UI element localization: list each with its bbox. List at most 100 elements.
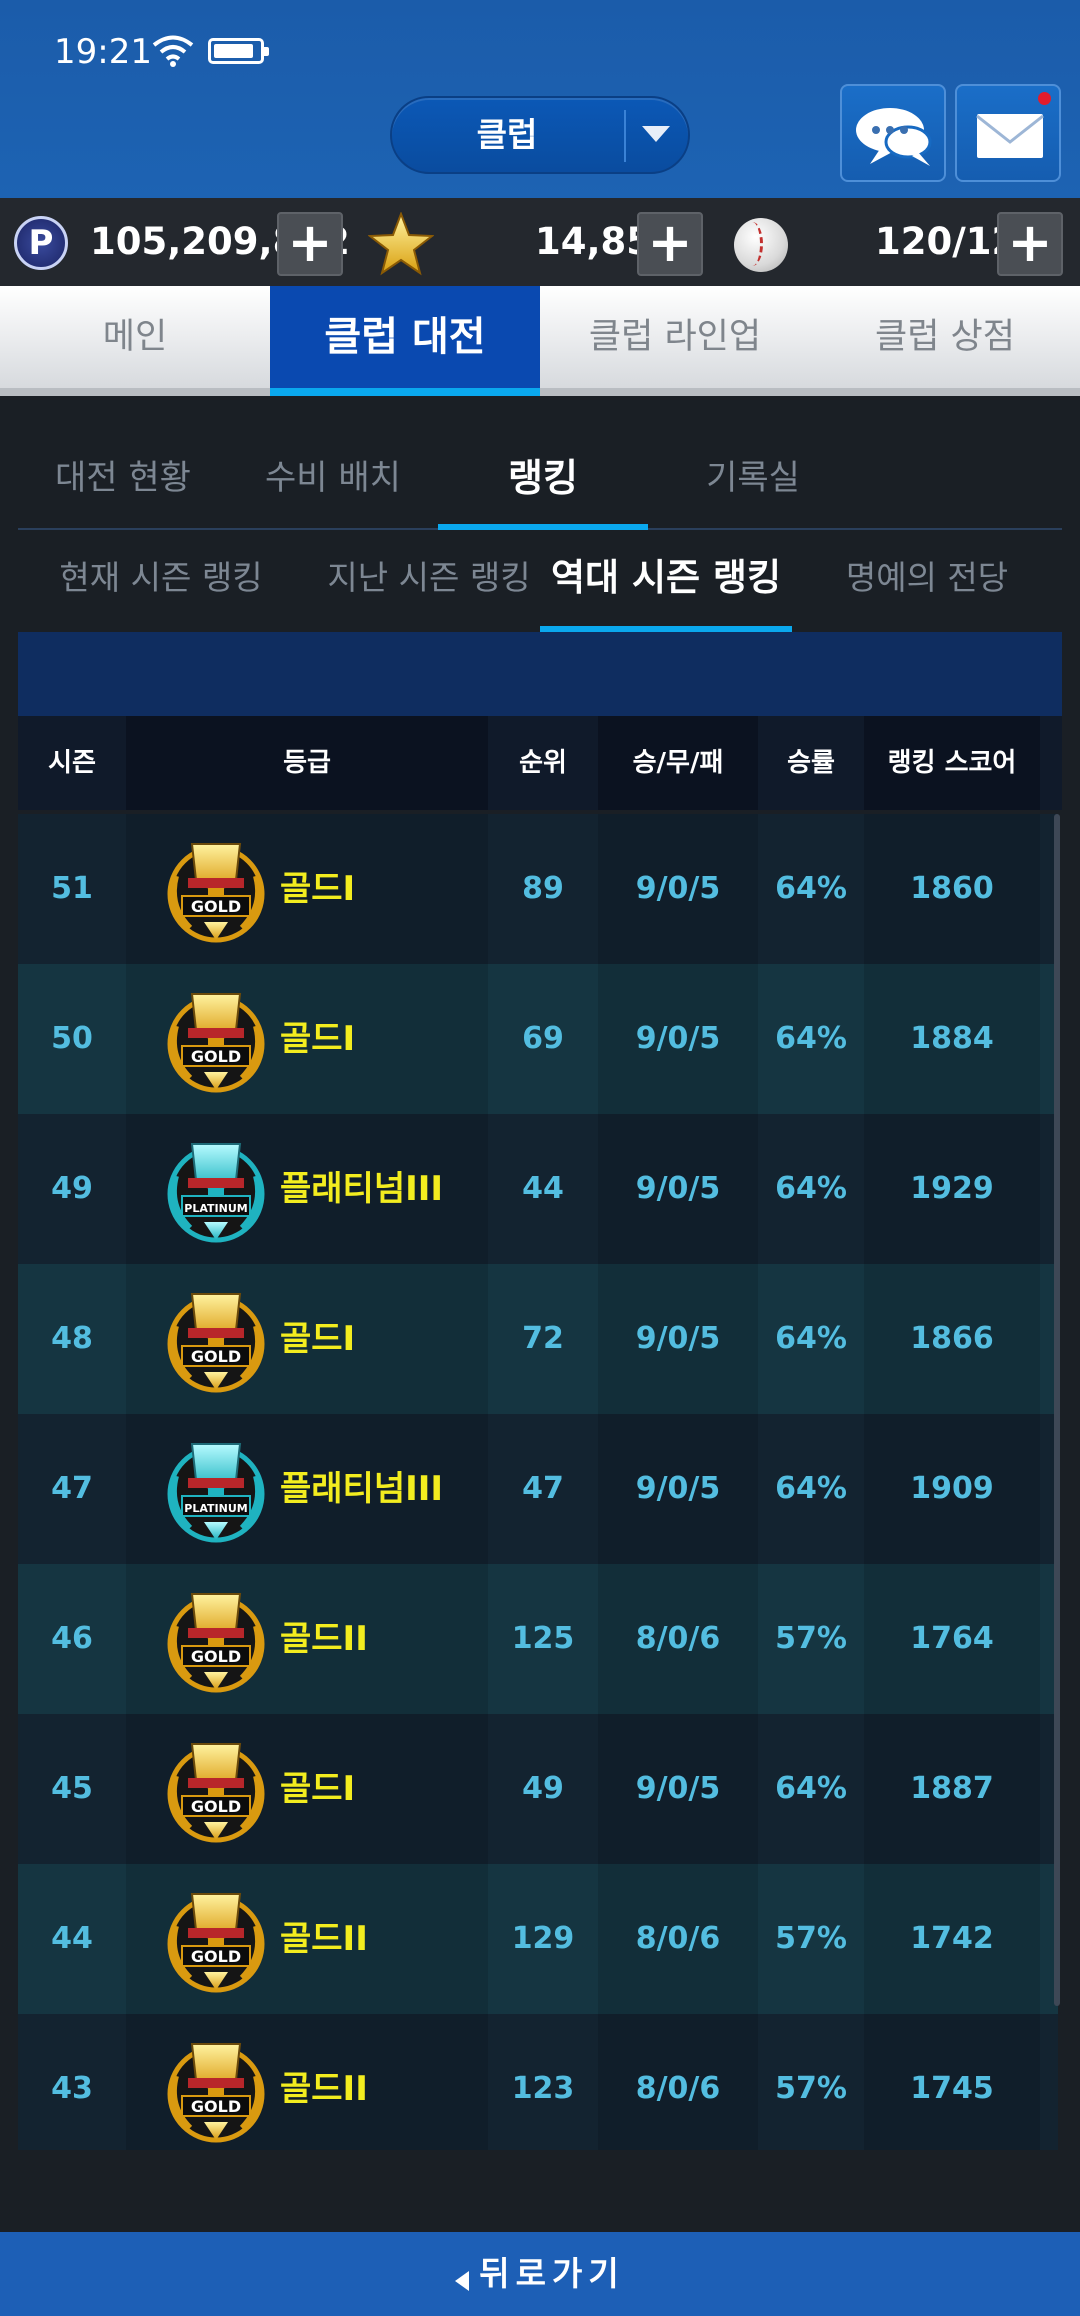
gold-badge-icon: GOLD: [167, 1593, 265, 1693]
badge-text: PLATINUM: [184, 1502, 247, 1515]
record-cell: 8/0/6: [598, 1564, 758, 1714]
chevron-down-icon: [642, 126, 670, 142]
badge-text: GOLD: [191, 1047, 241, 1066]
ranking-score-cell: 1764: [864, 1564, 1040, 1714]
tab-records[interactable]: 기록실: [648, 440, 858, 528]
tab-hall-of-fame[interactable]: 명예의 전당: [792, 540, 1062, 632]
record-cell: 9/0/5: [598, 1714, 758, 1864]
grade-name: 골드II: [280, 1619, 368, 1659]
add-points-button[interactable]: +: [277, 212, 343, 276]
column-header-rank: 순위: [519, 748, 567, 778]
record-cell: 8/0/6: [598, 2014, 758, 2150]
table-banner: [18, 632, 1062, 716]
grade-name: 골드I: [280, 1019, 356, 1059]
record-cell: 8/0/6: [598, 1864, 758, 2014]
club-dropdown[interactable]: 클럽: [390, 96, 690, 174]
tab-club-lineup[interactable]: 클럽 라인업: [540, 286, 810, 388]
rank-cell: 49: [522, 1771, 564, 1806]
grade-name: 골드I: [280, 1769, 356, 1809]
table-scrollbar[interactable]: [1054, 814, 1060, 2006]
column-header-grade: 등급: [126, 716, 488, 810]
platinum-badge-icon: PLATINUM: [167, 1143, 265, 1243]
rank-cell: 47: [522, 1471, 564, 1506]
currency-bar: P 105,209,802 + 14,859 + 120/120 +: [0, 198, 1080, 286]
rank-cell: 123: [511, 2071, 575, 2106]
season-cell: 51: [51, 871, 93, 906]
status-time: 19:21: [54, 32, 152, 72]
table-row: 50 69 9/0/5 64% 1884 GOLD 골드I: [18, 964, 1058, 1114]
grade-name: 골드I: [280, 869, 356, 909]
record-cell: 9/0/5: [598, 814, 758, 964]
star-icon: [368, 212, 434, 276]
gold-badge-icon: GOLD: [167, 1743, 265, 1843]
season-cell: 49: [51, 1171, 93, 1206]
badge-text: GOLD: [191, 1347, 241, 1366]
grade-name: 골드I: [280, 1319, 356, 1359]
tab-club-shop[interactable]: 클럽 상점: [810, 286, 1080, 388]
tab-all-seasons-ranking[interactable]: 역대 시즌 랭킹: [540, 540, 792, 632]
tab-current-season-ranking[interactable]: 현재 시즌 랭킹: [18, 540, 304, 632]
point-coin-icon: P: [14, 216, 68, 270]
tab-battle-status[interactable]: 대전 현황: [18, 440, 228, 528]
grade-name: 골드II: [280, 2069, 368, 2109]
win-rate-cell: 64%: [775, 1771, 847, 1806]
gold-badge-icon: GOLD: [167, 2043, 265, 2143]
wifi-icon: [152, 35, 194, 67]
table-header: 시즌 등급 순위 승/무/패 승률 랭킹 스코어: [18, 716, 1062, 810]
add-balls-button[interactable]: +: [997, 212, 1063, 276]
win-rate-cell: 64%: [775, 871, 847, 906]
ranking-score-cell: 1745: [864, 2014, 1040, 2150]
notification-dot: [1038, 92, 1051, 105]
ranking-table-body[interactable]: 51 89 9/0/5 64% 1860 GOLD 골드I 50 69 9/0/5 64% 1884 G…: [18, 814, 1062, 2150]
tab-last-season-ranking[interactable]: 지난 시즌 랭킹: [304, 540, 554, 632]
badge-text: PLATINUM: [184, 1202, 247, 1215]
win-rate-cell: 64%: [775, 1021, 847, 1056]
record-cell: 9/0/5: [598, 964, 758, 1114]
grade-name: 플래티넘III: [280, 1469, 444, 1509]
gold-badge-icon: GOLD: [167, 993, 265, 1093]
platinum-badge-icon: PLATINUM: [167, 1443, 265, 1543]
ranking-score-cell: 1860: [864, 814, 1040, 964]
table-row: 45 49 9/0/5 64% 1887 GOLD 골드I: [18, 1714, 1058, 1864]
battery-icon: [208, 38, 269, 64]
column-header-ranking-score: 랭킹 스코어: [864, 716, 1040, 810]
tab-main[interactable]: 메인: [0, 286, 270, 388]
rank-cell: 125: [511, 1621, 575, 1656]
column-header-win-rate: 승률: [787, 748, 835, 778]
badge-text: GOLD: [191, 2097, 241, 2116]
add-stars-button[interactable]: +: [637, 212, 703, 276]
ranking-score-cell: 1887: [864, 1714, 1040, 1864]
win-rate-cell: 57%: [775, 1921, 847, 1956]
gold-badge-icon: GOLD: [167, 1893, 265, 1993]
battle-sub-tabs: 대전 현황 수비 배치 랭킹 기록실: [18, 440, 1062, 530]
chat-button[interactable]: [840, 84, 946, 182]
ranking-score-cell: 1884: [864, 964, 1040, 1114]
table-row: 44 129 8/0/6 57% 1742 GOLD 골드II: [18, 1864, 1058, 2014]
rank-cell: 89: [522, 871, 564, 906]
tab-defense-setup[interactable]: 수비 배치: [228, 440, 438, 528]
tab-club-battle[interactable]: 클럽 대전: [270, 286, 540, 396]
mail-button[interactable]: [955, 84, 1061, 182]
record-cell: 9/0/5: [598, 1264, 758, 1414]
season-cell: 44: [51, 1921, 93, 1956]
ranking-score-cell: 1742: [864, 1864, 1040, 2014]
back-arrow-icon: [455, 2270, 470, 2291]
gold-badge-icon: GOLD: [167, 1293, 265, 1393]
rank-cell: 72: [522, 1321, 564, 1356]
table-row: 51 89 9/0/5 64% 1860 GOLD 골드I: [18, 814, 1058, 964]
table-row: 48 72 9/0/5 64% 1866 GOLD 골드I: [18, 1264, 1058, 1414]
column-header-season: 시즌: [48, 748, 96, 778]
column-header-record: 승/무/패: [598, 716, 758, 810]
gold-badge-icon: GOLD: [167, 843, 265, 943]
dropdown-divider: [624, 110, 626, 162]
table-row: 49 44 9/0/5 64% 1929 PLATINUM 플래티넘III: [18, 1114, 1058, 1264]
record-cell: 9/0/5: [598, 1114, 758, 1264]
win-rate-cell: 64%: [775, 1171, 847, 1206]
rank-cell: 44: [522, 1171, 564, 1206]
season-cell: 50: [51, 1021, 93, 1056]
win-rate-cell: 64%: [775, 1321, 847, 1356]
badge-text: GOLD: [191, 897, 241, 916]
rank-cell: 69: [522, 1021, 564, 1056]
back-button[interactable]: 뒤로가기: [0, 2232, 1080, 2316]
tab-ranking[interactable]: 랭킹: [438, 440, 648, 530]
